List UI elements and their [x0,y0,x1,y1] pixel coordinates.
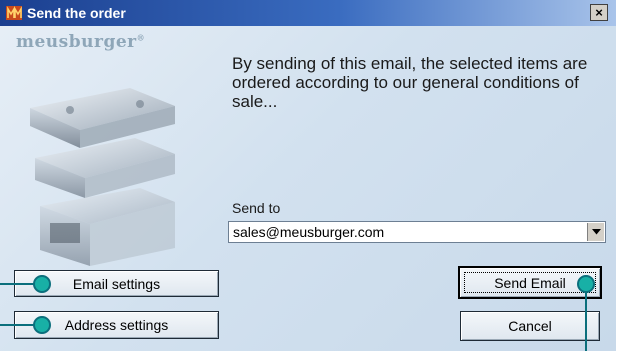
close-icon: × [595,5,603,20]
send-to-value[interactable]: sales@meusburger.com [233,224,384,240]
window-title: Send the order [27,5,126,21]
callout-line-send-email [585,290,587,351]
chevron-down-icon [591,229,601,235]
send-to-label: Send to [232,200,281,216]
mold-base-illustration [30,88,175,266]
callout-marker-send-email [577,275,595,293]
send-order-dialog: Send the order × meusburger® By sending … [0,0,616,351]
title-bar[interactable]: Send the order × [0,0,616,26]
cancel-label: Cancel [508,318,552,334]
callout-marker-address-settings [33,316,51,334]
send-to-combobox[interactable]: sales@meusburger.com [228,221,606,243]
callout-marker-email-settings [33,275,51,293]
address-settings-label: Address settings [64,317,169,333]
meusburger-logo: meusburger® [16,32,145,52]
app-icon [6,6,22,20]
close-button[interactable]: × [590,4,608,21]
email-settings-label: Email settings [72,275,161,292]
logo-registered-mark: ® [136,32,146,43]
send-to-dropdown-button[interactable] [587,223,604,241]
logo-text: meusburger [16,32,137,52]
send-email-label: Send Email [494,274,566,291]
cancel-button[interactable]: Cancel [460,311,600,341]
order-description: By sending of this email, the selected i… [232,54,588,111]
